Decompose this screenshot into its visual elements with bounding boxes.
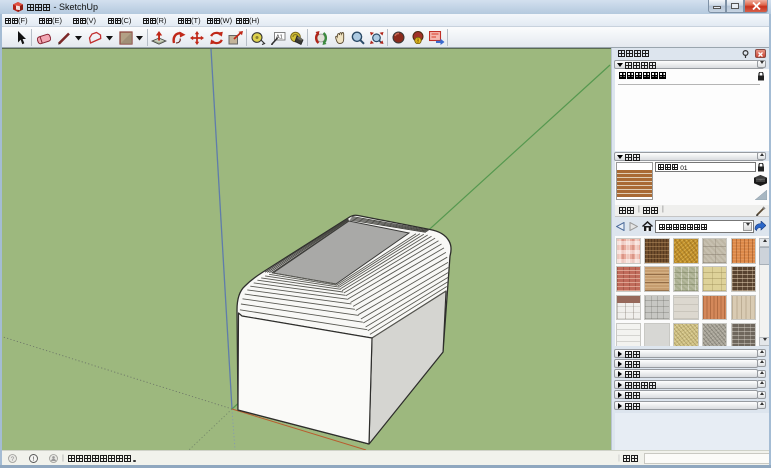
svg-text:8: 8 xyxy=(416,39,419,45)
svg-text:!: ! xyxy=(32,456,34,463)
